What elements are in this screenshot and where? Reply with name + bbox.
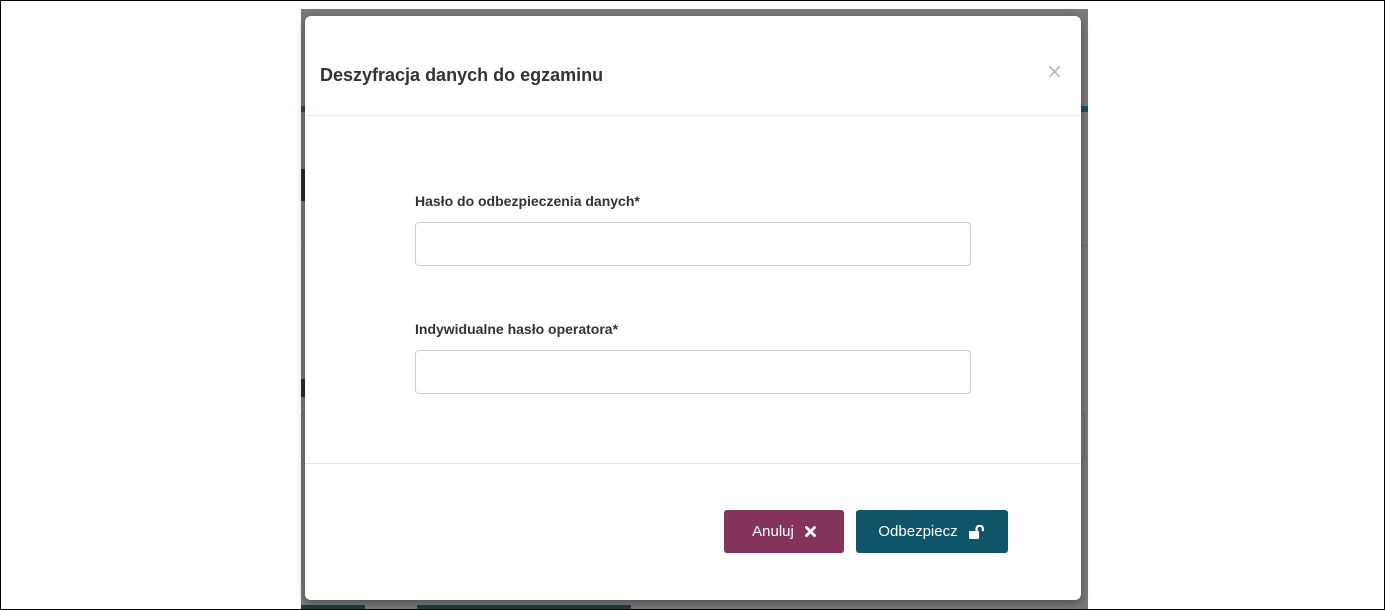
unlock-icon	[968, 524, 986, 539]
unlock-button[interactable]: Odbezpiecz	[856, 510, 1008, 553]
page: Deszyfracja danych do egzaminu × Hasło d…	[0, 0, 1385, 610]
close-icon[interactable]: ×	[1046, 61, 1063, 81]
decrypt-dialog: Deszyfracja danych do egzaminu × Hasło d…	[305, 16, 1081, 600]
dialog-footer-divider	[305, 463, 1081, 464]
cancel-button[interactable]: Anuluj	[724, 510, 844, 553]
data-password-group: Hasło do odbezpieczenia danych*	[415, 192, 971, 266]
operator-password-group: Indywidualne hasło operatora*	[415, 320, 971, 394]
background-footer-block	[301, 605, 365, 609]
times-icon	[804, 526, 816, 537]
background-footer-block	[417, 605, 631, 609]
data-password-label: Hasło do odbezpieczenia danych*	[415, 193, 640, 209]
operator-password-input[interactable]	[415, 350, 971, 394]
unlock-button-label: Odbezpiecz	[878, 523, 958, 540]
cancel-button-label: Anuluj	[752, 523, 794, 540]
operator-password-label: Indywidualne hasło operatora*	[415, 321, 619, 337]
dialog-header: Deszyfracja danych do egzaminu ×	[305, 16, 1081, 116]
dialog-title: Deszyfracja danych do egzaminu	[320, 65, 604, 85]
data-password-input[interactable]	[415, 222, 971, 266]
